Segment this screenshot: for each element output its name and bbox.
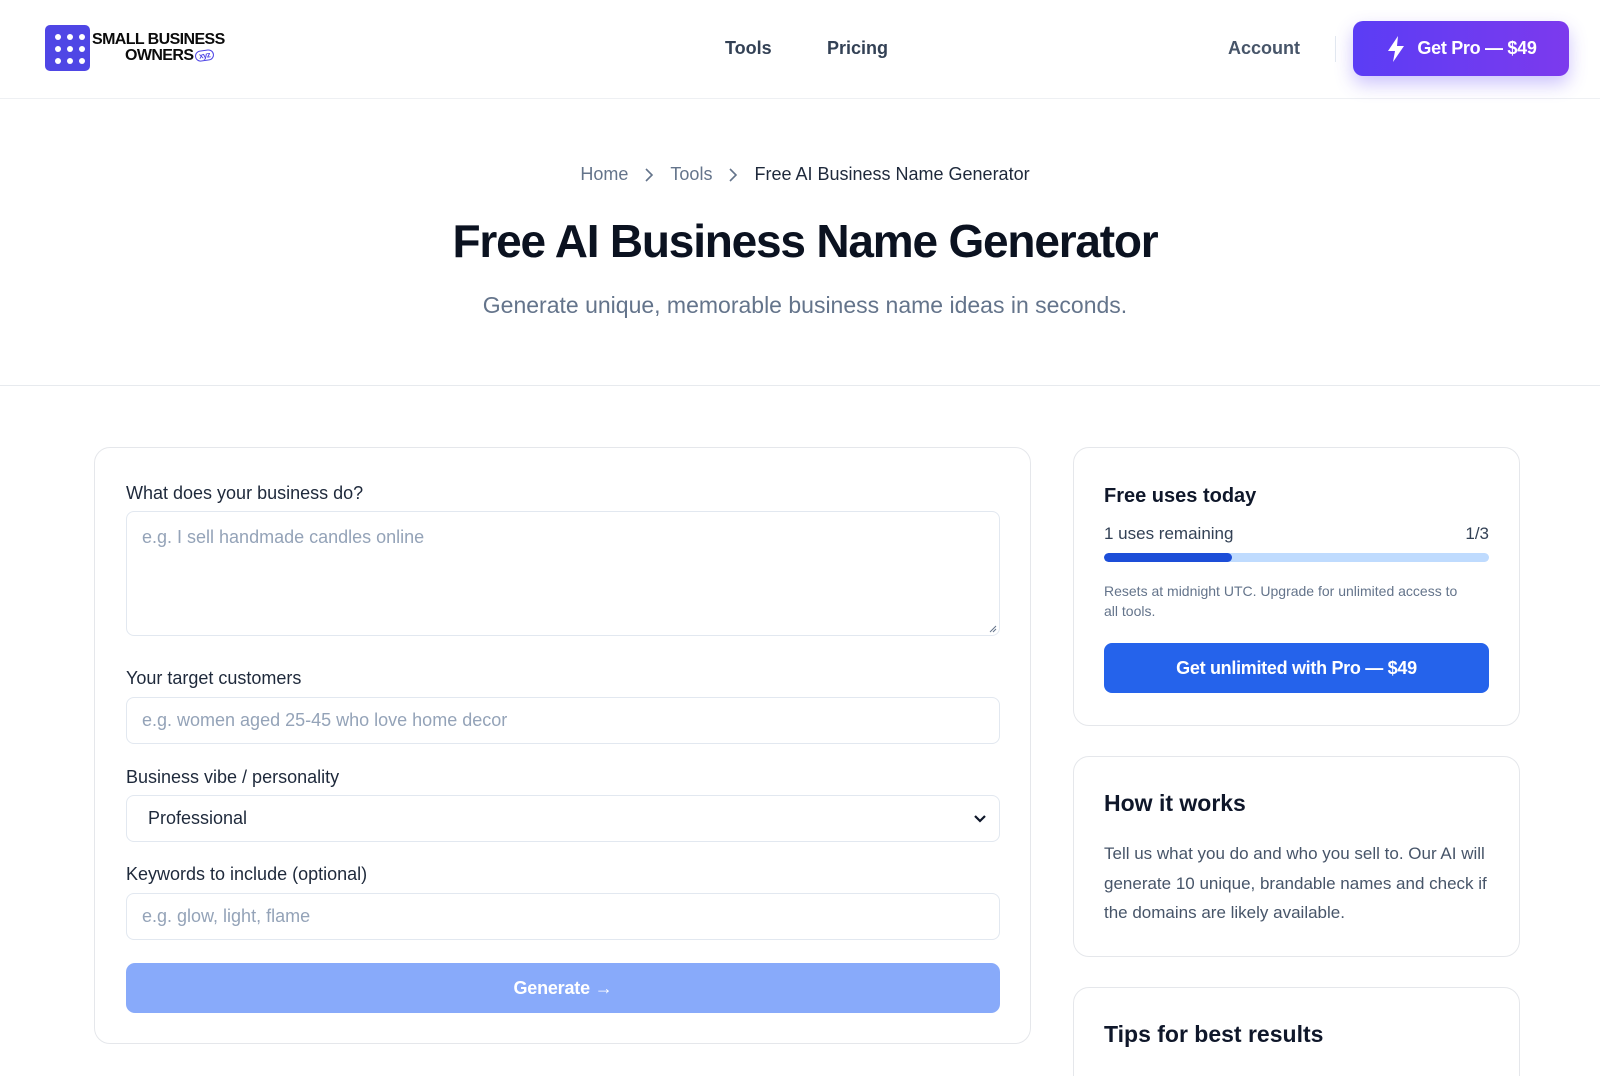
site-header: SMALL BUSINESS OWNERS xyz Tools Pricing A… [0,0,1600,99]
nav-divider [1335,36,1336,62]
resize-handle-icon[interactable] [987,623,997,633]
keywords-placeholder: e.g. glow, light, flame [142,906,311,926]
breadcrumb-current: Free AI Business Name Generator [754,164,1030,184]
section-divider [0,385,1600,386]
generator-form: What does your business do? e.g. I sell … [94,447,1031,1044]
page-subtitle: Generate unique, memorable business name… [482,292,1128,318]
vibe-label: Business vibe / personality [126,767,340,787]
tips-title: Tips for best results [1104,1021,1324,1047]
breadcrumb-tools[interactable]: Tools [670,164,712,185]
get-pro-label: Get Pro — $49 [1417,38,1537,58]
nav-tools[interactable]: Tools [725,38,772,59]
tips-card: Tips for best results [1073,987,1520,1076]
how-title: How it works [1104,790,1246,816]
chevron-right-icon [729,167,738,182]
keywords-input[interactable]: e.g. glow, light, flame [126,893,1000,940]
business-placeholder: e.g. I sell handmade candles online [142,527,425,547]
usage-row: 1 uses remaining 1/3 [1104,524,1489,544]
customers-placeholder: e.g. women aged 25-45 who love home deco… [142,710,508,730]
generate-label: Generate → [513,977,613,998]
brand-line-2: OWNERS [125,47,194,64]
usage-count: 1/3 [1465,524,1489,543]
usage-remaining: 1 uses remaining [1104,524,1234,543]
usage-title: Free uses today [1104,485,1257,507]
page-title: Free AI Business Name Generator [452,215,1158,267]
business-textarea[interactable]: e.g. I sell handmade candles online [126,511,1000,636]
bolt-icon [1388,35,1405,62]
nav-pricing[interactable]: Pricing [827,38,888,59]
get-unlimited-button[interactable]: Get unlimited with Pro — $49 [1104,643,1489,693]
business-label: What does your business do? [126,483,364,503]
chevron-right-icon [645,167,654,182]
keywords-label: Keywords to include (optional) [126,864,368,884]
usage-card: Free uses today 1 uses remaining 1/3 Res… [1073,447,1520,726]
usage-reset-note: Resets at midnight UTC. Upgrade for unli… [1104,583,1458,619]
brand-line-1: SMALL BUSINESS [92,31,225,48]
breadcrumb: Home Tools Free AI Business Name Generat… [0,164,1600,185]
brand-badge: xyz [194,48,216,63]
breadcrumb-home[interactable]: Home [580,164,628,185]
brand-logo[interactable]: SMALL BUSINESS OWNERS xyz [45,25,225,71]
customers-input[interactable]: e.g. women aged 25-45 who love home deco… [126,697,1000,744]
vibe-select[interactable]: Professional [126,795,1000,842]
vibe-selected-value: Professional [148,808,248,828]
how-it-works-card: How it works Tell us what you do and who… [1073,756,1520,957]
brand-wordmark: SMALL BUSINESS OWNERS xyz [92,32,225,64]
usage-progress-fill [1104,553,1233,562]
nav-account[interactable]: Account [1228,38,1300,59]
grid-dots-icon [45,25,90,71]
get-unlimited-label: Get unlimited with Pro — $49 [1176,657,1417,678]
get-pro-button[interactable]: Get Pro — $49 [1353,21,1569,76]
how-text: Tell us what you do and who you sell to.… [1104,844,1487,922]
generate-button[interactable]: Generate → [126,963,1000,1013]
chevron-down-icon [974,814,986,823]
customers-label: Your target customers [126,668,302,688]
usage-progress-bar [1104,553,1489,562]
